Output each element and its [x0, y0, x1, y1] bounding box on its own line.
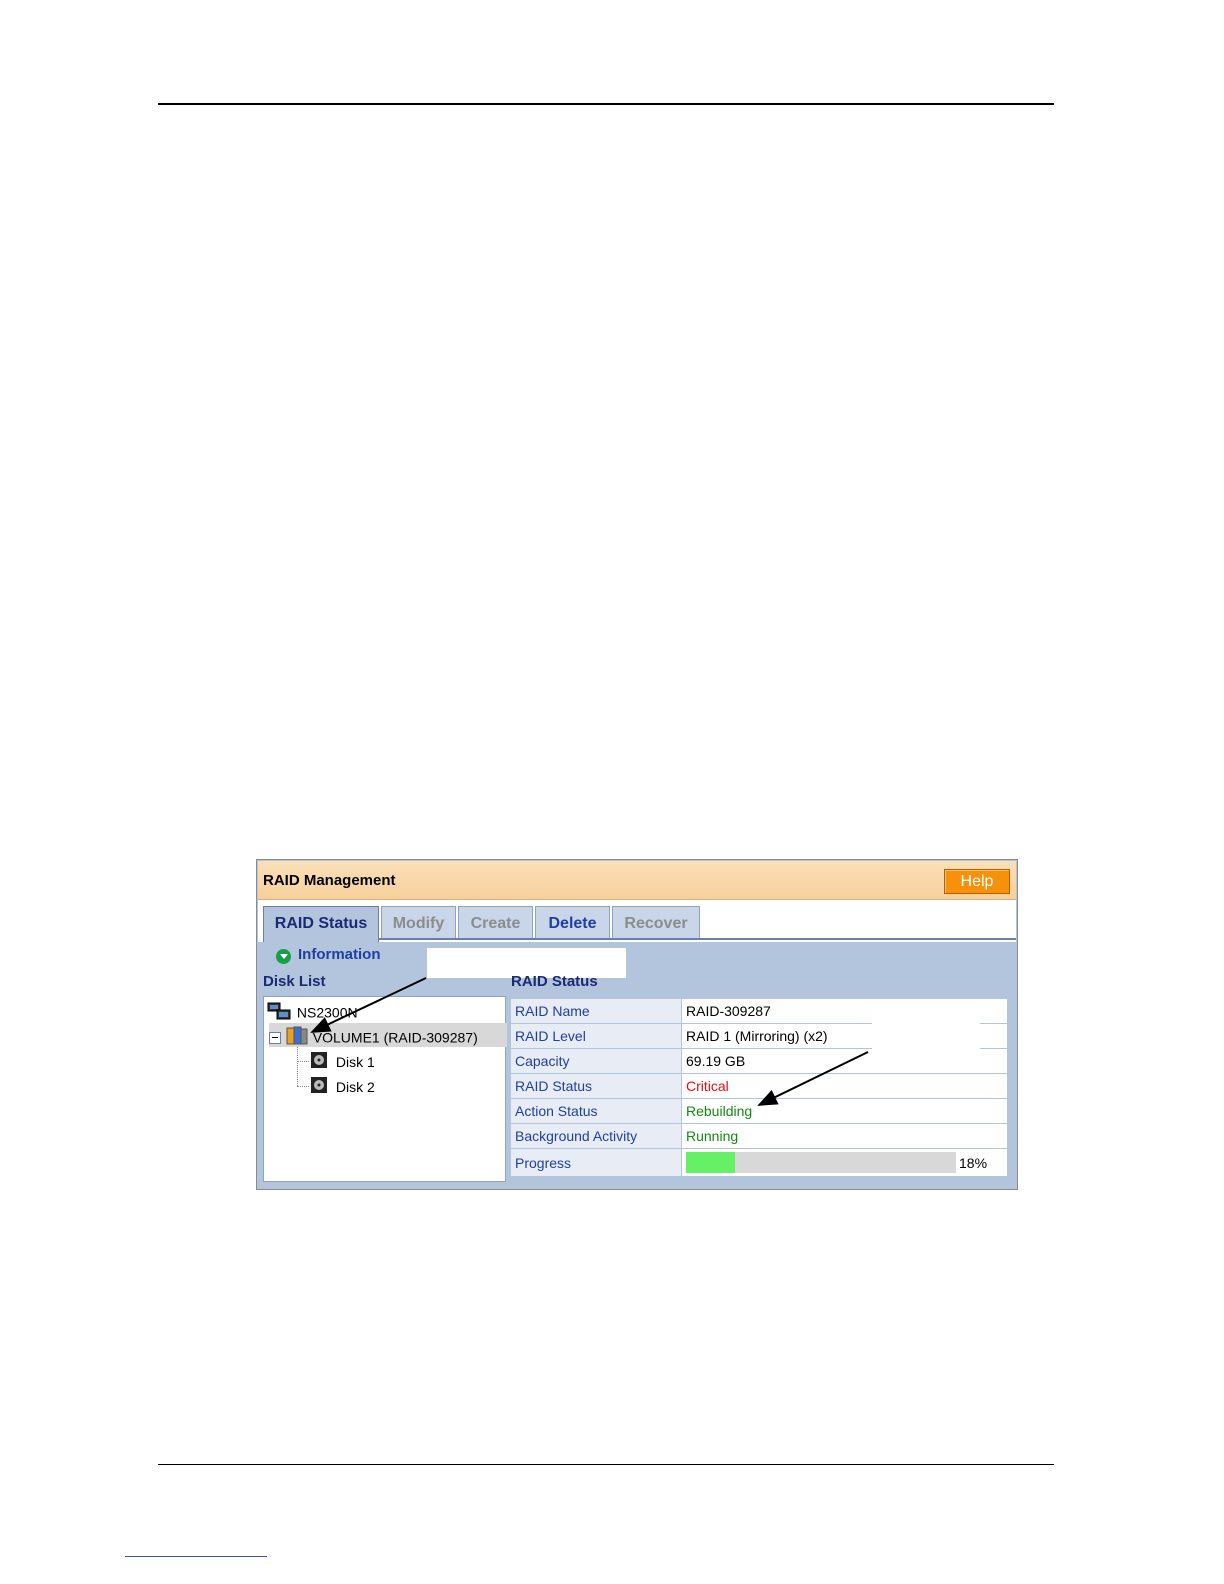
raid-status-table: RAID Name RAID-309287 RAID Level RAID 1 … — [510, 998, 1008, 1177]
raid-status-value: Critical — [681, 1073, 1008, 1099]
tab-raid-status[interactable]: RAID Status — [263, 906, 379, 942]
tab-underline — [378, 938, 1016, 940]
table-row: Progress 18% — [510, 1148, 1008, 1177]
table-row: Background Activity Running — [510, 1123, 1008, 1149]
row-label: Capacity — [510, 1048, 682, 1074]
row-value: RAID-309287 — [681, 998, 1008, 1024]
row-value: 69.19 GB — [681, 1048, 1008, 1074]
row-label: Progress — [510, 1148, 682, 1177]
annotation-arrows — [310, 977, 980, 1106]
disk-icon — [310, 1051, 328, 1072]
tree-node-server[interactable]: NS2300N — [267, 1001, 358, 1024]
footer-link-underline[interactable] — [125, 1556, 267, 1557]
title-bar: RAID Management Help — [258, 861, 1016, 900]
tree-node-label: Disk 1 — [335, 1053, 375, 1070]
row-label: Action Status — [510, 1098, 682, 1124]
progress-bar — [686, 1152, 956, 1173]
progress-fill — [686, 1152, 735, 1173]
page-header-rule — [158, 103, 1054, 105]
tree-node-label: Disk 2 — [335, 1078, 375, 1095]
tab-modify[interactable]: Modify — [381, 906, 456, 939]
tree-node-label: NS2300N — [296, 1004, 358, 1021]
row-label: RAID Level — [510, 1023, 682, 1049]
table-row: Capacity 69.19 GB — [510, 1048, 1008, 1074]
tree-connector — [297, 1061, 309, 1063]
server-icon — [267, 1001, 293, 1024]
tab-create[interactable]: Create — [458, 906, 533, 939]
progress-percent: 18% — [959, 1154, 988, 1171]
row-label: Background Activity — [510, 1123, 682, 1149]
collapse-icon[interactable] — [269, 1031, 281, 1044]
information-bar: Information — [258, 942, 1016, 970]
row-label: RAID Status — [510, 1073, 682, 1099]
tree-connector — [297, 1086, 309, 1088]
tree-connector — [297, 1047, 299, 1086]
row-value: RAID 1 (Mirroring) (x2) — [681, 1023, 1008, 1049]
chevron-down-circle-icon[interactable] — [276, 949, 291, 964]
raid-status-header: RAID Status — [511, 973, 598, 990]
disk-icon — [310, 1076, 328, 1097]
disk-tree: NS2300N VOLUME1 (RAID-309287) Disk 1 Dis… — [263, 996, 507, 1182]
help-button[interactable]: Help — [944, 869, 1010, 894]
table-row: RAID Status Critical — [510, 1073, 1008, 1099]
tab-recover[interactable]: Recover — [612, 906, 700, 939]
background-activity-value: Running — [681, 1123, 1008, 1149]
tree-node-disk-1[interactable]: Disk 1 — [310, 1051, 375, 1072]
tab-delete[interactable]: Delete — [535, 906, 610, 939]
page-footer-rule — [158, 1464, 1054, 1465]
progress-cell: 18% — [681, 1148, 1008, 1177]
tree-node-volume[interactable]: VOLUME1 (RAID-309287) — [269, 1026, 478, 1049]
tab-bar: RAID Status Modify Create Delete Recover — [258, 900, 1016, 942]
row-label: RAID Name — [510, 998, 682, 1024]
disk-list-header: Disk List — [263, 973, 326, 990]
table-row: Action Status Rebuilding — [510, 1098, 1008, 1124]
action-status-value: Rebuilding — [681, 1098, 1008, 1124]
window-title: RAID Management — [263, 872, 396, 889]
raid-volume-icon — [285, 1026, 309, 1049]
tree-node-label: VOLUME1 (RAID-309287) — [312, 1029, 478, 1046]
information-toggle[interactable]: Information — [298, 946, 381, 963]
table-row: RAID Level RAID 1 (Mirroring) (x2) — [510, 1023, 1008, 1049]
tree-node-disk-2[interactable]: Disk 2 — [310, 1076, 375, 1097]
table-row: RAID Name RAID-309287 — [510, 998, 1008, 1024]
